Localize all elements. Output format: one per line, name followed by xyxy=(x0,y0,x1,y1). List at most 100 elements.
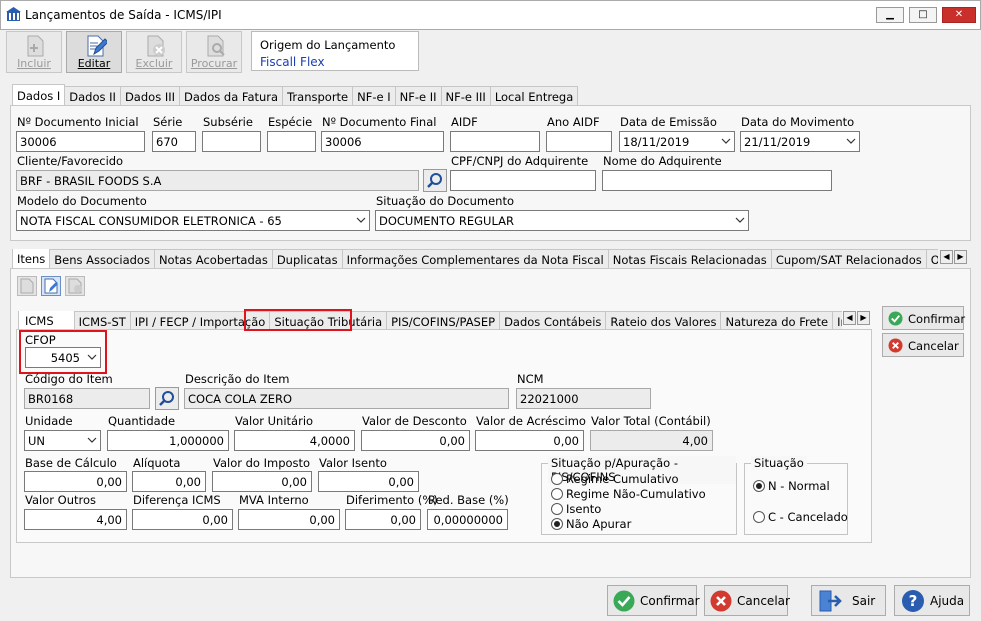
confirmar-button[interactable]: Confirmar xyxy=(607,585,700,616)
tab-rateio[interactable]: Rateio dos Valores xyxy=(605,311,722,331)
cancelar-button[interactable]: Cancelar xyxy=(704,585,790,616)
situacao-doc-select[interactable]: DOCUMENTO REGULAR xyxy=(375,210,749,231)
tab-dados-i[interactable]: Dados I xyxy=(12,84,66,106)
unidade-select[interactable]: UN xyxy=(24,430,101,451)
valor-imposto-input[interactable]: 0,00 xyxy=(212,471,312,492)
tab-observacao[interactable]: Observação d xyxy=(925,249,938,269)
tab-dados-iii[interactable]: Dados III xyxy=(119,86,181,106)
num-doc-ini-input[interactable]: 30006 xyxy=(16,131,145,152)
incluir-button[interactable]: Incluir xyxy=(6,31,62,73)
tabs-scroll-left[interactable]: ◀ xyxy=(940,250,953,264)
item-tabs-scroll-left[interactable]: ◀ xyxy=(843,311,856,325)
tab-info-complementares[interactable]: Informações Complementares da Nota Fisca… xyxy=(341,249,609,269)
especie-input[interactable] xyxy=(267,131,316,152)
valor-acrescimo-label: Valor de Acréscimo xyxy=(476,414,586,428)
aidf-input[interactable] xyxy=(450,131,540,152)
tab-nf-relacionadas[interactable]: Notas Fiscais Relacionadas xyxy=(607,249,772,269)
aliquota-input[interactable]: 0,00 xyxy=(132,471,206,492)
origem-value: Fiscall Flex xyxy=(260,55,325,69)
mva-interno-input[interactable]: 0,00 xyxy=(238,509,340,530)
red-base-input[interactable]: 0,00000000 xyxy=(427,509,508,530)
tab-icms-st[interactable]: ICMS-ST xyxy=(73,311,131,331)
item-edit-button[interactable] xyxy=(41,276,61,296)
tab-transporte[interactable]: Transporte xyxy=(282,86,354,106)
tab-local-entrega[interactable]: Local Entrega xyxy=(489,86,579,106)
ajuda-button[interactable]: ? Ajuda xyxy=(894,585,970,616)
edit-doc-icon xyxy=(87,35,107,57)
base-calculo-input[interactable]: 0,00 xyxy=(24,471,127,492)
tab-dados-fatura[interactable]: Dados da Fatura xyxy=(179,86,284,106)
item-cancelar-button[interactable]: Cancelar xyxy=(882,333,964,357)
unidade-value: UN xyxy=(28,434,46,448)
editar-button[interactable]: Editar xyxy=(66,31,122,73)
tab-itens[interactable]: Itens xyxy=(12,249,51,269)
app-icon xyxy=(6,7,21,21)
serie-input[interactable]: 670 xyxy=(152,131,196,152)
tab-natureza-frete[interactable]: Natureza do Frete xyxy=(720,311,834,331)
tab-bens-associados[interactable]: Bens Associados xyxy=(49,249,155,269)
descricao-input[interactable]: COCA COLA ZERO xyxy=(184,388,509,409)
item-tabs-scroll-right[interactable]: ▶ xyxy=(857,311,870,325)
especie-label: Espécie xyxy=(268,115,313,129)
valor-desconto-input[interactable]: 0,00 xyxy=(361,430,470,451)
sair-button[interactable]: Sair xyxy=(811,585,886,616)
tab-nfe-iii[interactable]: NF-e III xyxy=(440,86,491,106)
valor-outros-input[interactable]: 4,00 xyxy=(24,509,127,530)
tab-icms[interactable]: ICMS xyxy=(18,311,75,331)
codigo-input[interactable]: BR0168 xyxy=(24,388,150,409)
maximize-button[interactable]: □ xyxy=(909,7,937,23)
radio-nao-apurar[interactable]: Não Apurar xyxy=(551,517,631,531)
data-movimento-picker[interactable]: 21/11/2019 xyxy=(740,131,860,152)
chevron-down-icon xyxy=(846,138,856,144)
aidf-label: AIDF xyxy=(451,115,478,129)
tab-nfe-ii[interactable]: NF-e II xyxy=(394,86,442,106)
radio-normal[interactable]: N - Normal xyxy=(753,479,830,493)
item-confirmar-button[interactable]: Confirmar xyxy=(882,306,965,330)
ncm-input[interactable]: 22021000 xyxy=(516,388,651,409)
cliente-input[interactable]: BRF - BRASIL FOODS S.A xyxy=(16,170,419,191)
tab-pis-cofins[interactable]: PIS/COFINS/PASEP xyxy=(386,311,501,331)
quantidade-label: Quantidade xyxy=(108,414,176,428)
ano-aidf-input[interactable] xyxy=(546,131,612,152)
radio-label: Regime Cumulativo xyxy=(566,472,679,486)
ano-aidf-label: Ano AIDF xyxy=(547,115,600,129)
excluir-button[interactable]: Excluir xyxy=(126,31,182,73)
tab-dados-contabeis[interactable]: Dados Contábeis xyxy=(499,311,607,331)
codigo-search-button[interactable] xyxy=(155,387,179,410)
radio-regime-cumulativo[interactable]: Regime Cumulativo xyxy=(551,472,679,486)
item-delete-button[interactable] xyxy=(65,276,85,296)
diferenca-icms-input[interactable]: 0,00 xyxy=(132,509,233,530)
modelo-select[interactable]: NOTA FISCAL CONSUMIDOR ELETRONICA - 65 xyxy=(16,210,370,231)
nome-adq-input[interactable] xyxy=(602,170,832,191)
valor-unitario-input[interactable]: 4,0000 xyxy=(234,430,355,451)
radio-regime-nao-cumulativo[interactable]: Regime Não-Cumulativo xyxy=(551,487,706,501)
tabs-scroll-right[interactable]: ▶ xyxy=(954,250,967,264)
tab-informacoes[interactable]: Informações xyxy=(832,311,842,331)
valor-outros-label: Valor Outros xyxy=(25,493,96,507)
valor-isento-label: Valor Isento xyxy=(319,456,387,470)
radio-isento[interactable]: Isento xyxy=(551,502,601,516)
radio-circle xyxy=(753,511,765,523)
quantidade-input[interactable]: 1,000000 xyxy=(107,430,229,451)
tab-duplicatas[interactable]: Duplicatas xyxy=(271,249,343,269)
minimize-button[interactable]: ▁ xyxy=(876,7,904,23)
tab-nfe-i[interactable]: NF-e I xyxy=(352,86,396,106)
diferimento-input[interactable]: 0,00 xyxy=(345,509,421,530)
num-doc-fin-input[interactable]: 30006 xyxy=(321,131,444,152)
valor-total-input[interactable]: 4,00 xyxy=(590,430,713,451)
tab-notas-acobertadas[interactable]: Notas Acobertadas xyxy=(153,249,273,269)
cpf-cnpj-input[interactable] xyxy=(450,170,596,191)
cliente-search-button[interactable] xyxy=(423,169,447,192)
tab-dados-ii[interactable]: Dados II xyxy=(64,86,121,106)
item-add-button[interactable] xyxy=(17,276,37,296)
close-button[interactable]: ✕ xyxy=(942,7,976,23)
tab-cupom-sat[interactable]: Cupom/SAT Relacionados xyxy=(770,249,927,269)
radio-cancelado[interactable]: C - Cancelado xyxy=(753,510,848,524)
delete-doc-icon xyxy=(147,35,165,57)
subserie-input[interactable] xyxy=(202,131,261,152)
valor-acrescimo-input[interactable]: 0,00 xyxy=(475,430,584,451)
valor-isento-input[interactable]: 0,00 xyxy=(318,471,419,492)
data-emissao-picker[interactable]: 18/11/2019 xyxy=(619,131,735,152)
cliente-label: Cliente/Favorecido xyxy=(17,154,124,168)
procurar-button[interactable]: Procurar xyxy=(186,31,242,73)
